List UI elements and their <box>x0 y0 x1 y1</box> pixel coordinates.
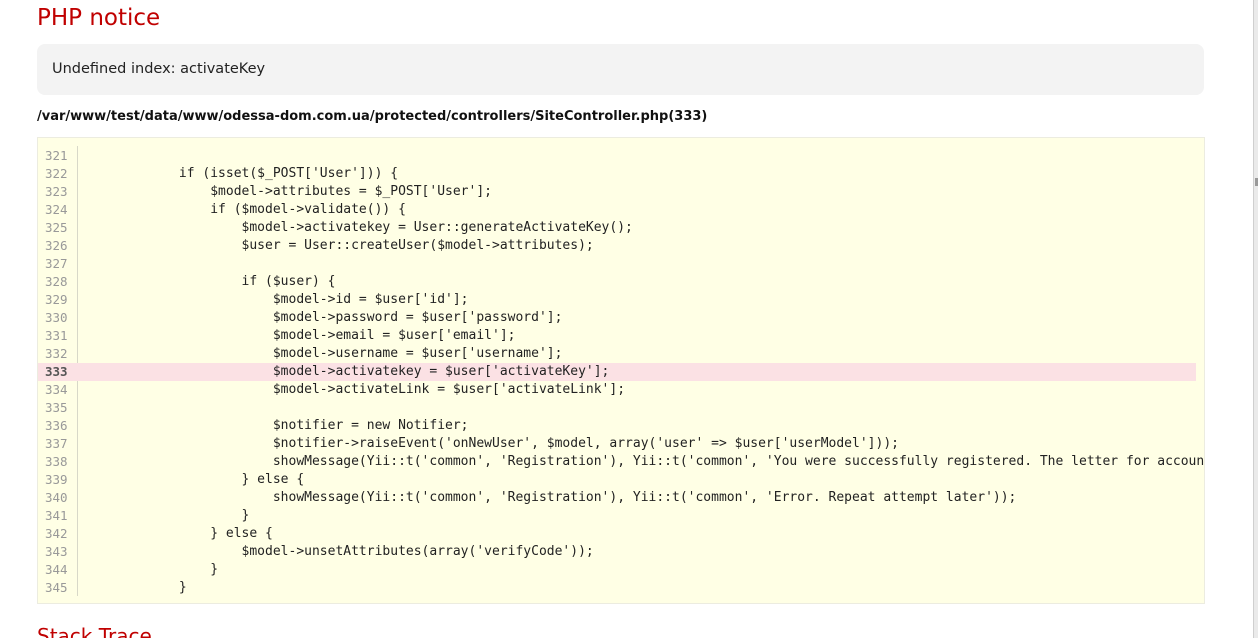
code-line: 328 if ($user) { <box>38 273 1204 291</box>
line-number: 345 <box>45 580 68 595</box>
line-number: 343 <box>45 544 68 559</box>
line-number: 321 <box>45 148 68 163</box>
source-file-path: /var/www/test/data/www/odessa-dom.com.ua… <box>37 109 708 124</box>
code-line: 322 if (isset($_POST['User'])) { <box>38 165 1204 183</box>
code-text: $model->unsetAttributes(array('verifyCod… <box>85 544 594 559</box>
code-text: $model->activatekey = User::generateActi… <box>85 220 633 235</box>
code-text: if (isset($_POST['User'])) { <box>85 166 399 181</box>
code-line: 338 showMessage(Yii::t('common', 'Regist… <box>38 453 1205 471</box>
line-number: 337 <box>45 436 68 451</box>
code-text: $model->activateLink = $user['activateLi… <box>85 382 626 397</box>
line-number: 340 <box>45 490 68 505</box>
line-number: 327 <box>45 256 68 271</box>
code-text: showMessage(Yii::t('common', 'Registrati… <box>85 490 1017 505</box>
line-number: 339 <box>45 472 68 487</box>
code-line: 332 $model->username = $user['username']… <box>38 345 1204 363</box>
line-number: 338 <box>45 454 68 469</box>
code-line: 323 $model->attributes = $_POST['User']; <box>38 183 1204 201</box>
code-line: 334 $model->activateLink = $user['activa… <box>38 381 1204 399</box>
error-message-box: Undefined index: activateKey <box>37 44 1204 95</box>
code-line: 329 $model->id = $user['id']; <box>38 291 1204 309</box>
code-line: 336 $notifier = new Notifier; <box>38 417 1204 435</box>
code-line: 321 <box>38 147 1204 165</box>
code-text: $model->username = $user['username']; <box>85 346 563 361</box>
line-number: 334 <box>45 382 68 397</box>
code-text: $model->password = $user['password']; <box>85 310 563 325</box>
code-text: } <box>85 508 250 523</box>
line-number: 323 <box>45 184 68 199</box>
code-text: $notifier = new Notifier; <box>85 418 469 433</box>
code-line: 335 <box>38 399 1204 417</box>
code-line: 330 $model->password = $user['password']… <box>38 309 1204 327</box>
code-line: 327 <box>38 255 1204 273</box>
code-text: showMessage(Yii::t('common', 'Registrati… <box>85 454 1205 469</box>
error-page: PHP notice Undefined index: activateKey … <box>0 0 1258 638</box>
code-line: 341 } <box>38 507 1204 525</box>
line-number: 322 <box>45 166 68 181</box>
line-number: 335 <box>45 400 68 415</box>
line-number: 328 <box>45 274 68 289</box>
code-line: 337 $notifier->raiseEvent('onNewUser', $… <box>38 435 1204 453</box>
line-number: 336 <box>45 418 68 433</box>
code-text: $model->activatekey = $user['activateKey… <box>85 364 610 379</box>
line-number: 333 <box>45 364 68 379</box>
line-number: 329 <box>45 292 68 307</box>
code-line: 343 $model->unsetAttributes(array('verif… <box>38 543 1204 561</box>
line-number: 342 <box>45 526 68 541</box>
code-line: 331 $model->email = $user['email']; <box>38 327 1204 345</box>
line-number: 325 <box>45 220 68 235</box>
code-text: $notifier->raiseEvent('onNewUser', $mode… <box>85 436 899 451</box>
code-text: $model->id = $user['id']; <box>85 292 469 307</box>
code-text: $model->attributes = $_POST['User']; <box>85 184 492 199</box>
line-number: 344 <box>45 562 68 577</box>
line-number: 331 <box>45 328 68 343</box>
line-number: 341 <box>45 508 68 523</box>
code-text: } <box>85 562 219 577</box>
error-message: Undefined index: activateKey <box>52 61 266 77</box>
source-code-panel: 321 322 if (isset($_POST['User'])) {323 $… <box>37 137 1205 604</box>
code-text: if ($model->validate()) { <box>85 202 406 217</box>
code-line: 326 $user = User::createUser($model->att… <box>38 237 1204 255</box>
code-line: 342 } else { <box>38 525 1204 543</box>
code-line: 325 $model->activatekey = User::generate… <box>38 219 1204 237</box>
stack-trace-heading: Stack Trace <box>37 624 152 638</box>
code-line: 340 showMessage(Yii::t('common', 'Regist… <box>38 489 1204 507</box>
code-line: 344 } <box>38 561 1204 579</box>
line-number: 332 <box>45 346 68 361</box>
code-line-highlighted: 333 $model->activatekey = $user['activat… <box>38 363 1196 381</box>
code-text: $user = User::createUser($model->attribu… <box>85 238 594 253</box>
code-text: } else { <box>85 526 273 541</box>
code-line: 339 } else { <box>38 471 1204 489</box>
code-lines: 321 322 if (isset($_POST['User'])) {323 $… <box>38 147 1205 597</box>
code-line: 324 if ($model->validate()) { <box>38 201 1204 219</box>
line-number: 324 <box>45 202 68 217</box>
code-line: 345 } <box>38 579 1204 597</box>
page-scrollbar[interactable] <box>1253 0 1258 638</box>
code-text: $model->email = $user['email']; <box>85 328 516 343</box>
code-text: } <box>85 580 187 595</box>
code-text: if ($user) { <box>85 274 336 289</box>
line-number: 326 <box>45 238 68 253</box>
line-number: 330 <box>45 310 68 325</box>
code-text: } else { <box>85 472 305 487</box>
page-title: PHP notice <box>37 5 161 31</box>
